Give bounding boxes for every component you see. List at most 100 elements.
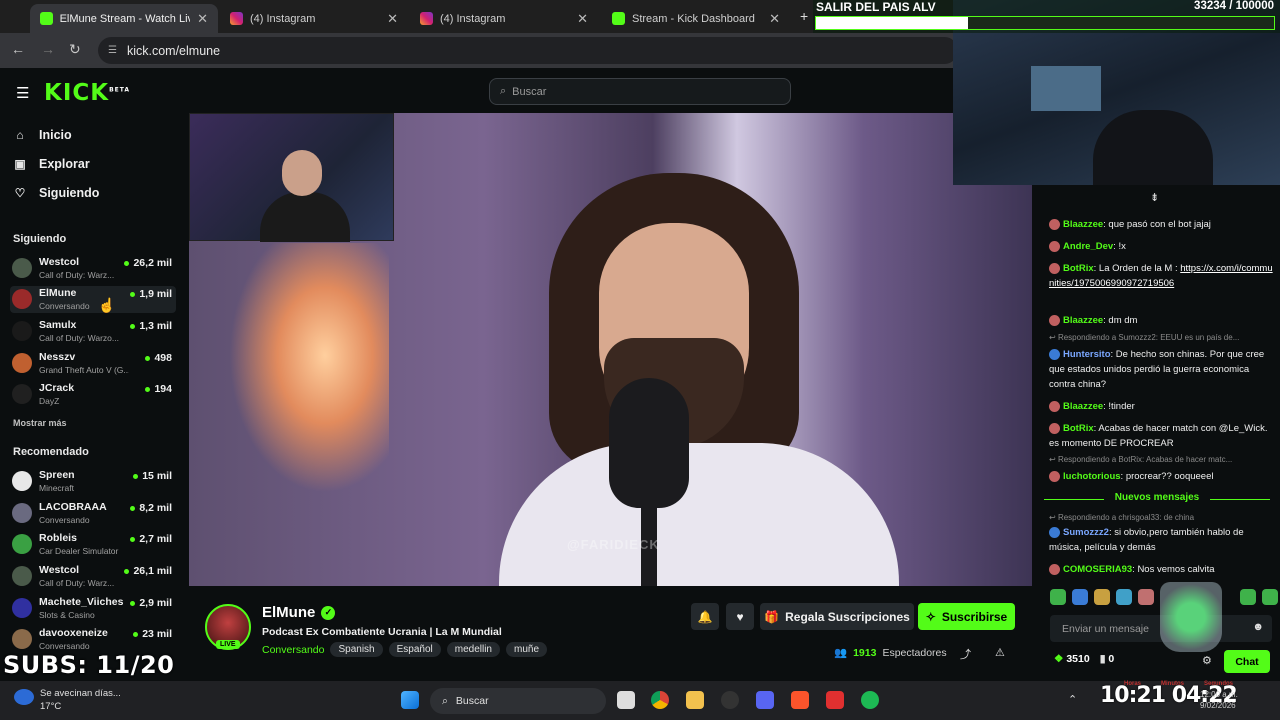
- tab-instagram-1[interactable]: (4) Instagram ✕: [220, 4, 408, 33]
- share-icon[interactable]: ⤴: [960, 646, 971, 662]
- obs-icon[interactable]: [721, 691, 739, 709]
- avatar: [12, 471, 32, 491]
- reply-text: Respondiendo a chrisgoal33: de china: [1057, 513, 1195, 522]
- chat-username[interactable]: COMOSERIA93: [1063, 564, 1132, 575]
- chat-username[interactable]: BotRix: [1063, 263, 1094, 274]
- channel-elmune[interactable]: ElMune Conversando 1,9 mil: [10, 286, 176, 313]
- bits-value: 0: [1108, 653, 1115, 665]
- chat-username[interactable]: Blaazzee: [1063, 315, 1103, 326]
- emote-icon[interactable]: [1050, 589, 1066, 605]
- emote-icon[interactable]: [1262, 589, 1278, 605]
- reply-icon: ↩: [1049, 513, 1058, 522]
- channel-category: Conversando: [39, 515, 90, 525]
- avatar: [12, 566, 32, 586]
- points[interactable]: ❖ 3510: [1054, 653, 1090, 665]
- emote-icon[interactable]: [1116, 589, 1132, 605]
- channel-lacobraaa[interactable]: LACOBRAAA Conversando 8,2 mil: [10, 500, 176, 527]
- chat-text: que pasó con el bot jajaj: [1108, 219, 1211, 230]
- channel-westcol-2[interactable]: Westcol Call of Duty: Warz... 26,1 mil: [10, 563, 176, 590]
- tab-elmune[interactable]: ElMune Stream - Watch Live ✕: [30, 4, 218, 33]
- chrome-icon[interactable]: [651, 691, 669, 709]
- channel-robleis[interactable]: Robleis Car Dealer Simulator 2,7 mil: [10, 531, 176, 558]
- channel-name: ElMune: [39, 287, 77, 299]
- weather-widget[interactable]: Se avecinan días... 17°C: [14, 687, 121, 713]
- forward-icon[interactable]: →: [41, 41, 55, 57]
- back-icon[interactable]: ←: [11, 41, 25, 57]
- channel-name: JCrack: [39, 382, 75, 394]
- close-tab-icon[interactable]: ✕: [197, 11, 208, 27]
- channel-nesszv[interactable]: Nesszv Grand Theft Auto V (G... 498: [10, 350, 176, 377]
- menu-icon[interactable]: ☰: [16, 84, 29, 102]
- new-tab-icon[interactable]: +: [800, 8, 808, 24]
- chat-username[interactable]: Blaazzee: [1063, 219, 1103, 230]
- chat-username[interactable]: Blaazzee: [1063, 401, 1103, 412]
- show-more-link[interactable]: Mostrar más: [13, 418, 67, 428]
- tag-spanish[interactable]: Spanish: [330, 642, 383, 657]
- notification-bell-button[interactable]: 🔔: [691, 603, 719, 630]
- report-icon[interactable]: ⚠: [995, 646, 1005, 659]
- app-icon[interactable]: [826, 691, 844, 709]
- tab-instagram-2[interactable]: (4) Instagram ✕: [410, 4, 598, 33]
- gift-subs-button[interactable]: 🎁 Regala Suscripciones: [760, 603, 914, 630]
- windows-taskbar: Se avecinan días... 17°C ⌕ Buscar ⌃ Hora…: [0, 681, 1280, 720]
- viewer-count: 2,9 mil: [130, 597, 172, 609]
- tag-medellin[interactable]: medellin: [446, 642, 500, 657]
- kick-logo[interactable]: KICKBETA: [44, 80, 130, 106]
- channel-samulx[interactable]: Samulx Call of Duty: Warzo... 1,3 mil: [10, 318, 176, 345]
- brave-icon[interactable]: [791, 691, 809, 709]
- tray-chevron-icon[interactable]: ⌃: [1068, 693, 1077, 706]
- channel-spreen[interactable]: Spreen Minecraft 15 mil: [10, 468, 176, 495]
- site-info-icon[interactable]: ☰: [108, 45, 117, 56]
- spotify-icon[interactable]: [861, 691, 879, 709]
- chat-username[interactable]: luchotorious: [1063, 471, 1121, 482]
- channel-davooxeneize[interactable]: davooxeneize Conversando 23 mil: [10, 626, 176, 653]
- taskbar-search[interactable]: ⌕ Buscar: [430, 688, 606, 714]
- emote-icon[interactable]: [1094, 589, 1110, 605]
- channel-category: Slots & Casino: [39, 610, 95, 620]
- windows-start-icon[interactable]: [401, 691, 419, 709]
- file-explorer-icon[interactable]: [686, 691, 704, 709]
- chat-username[interactable]: BotRix: [1063, 423, 1094, 434]
- tag-mune[interactable]: muñe: [506, 642, 548, 657]
- emote-icon[interactable]: [1072, 589, 1088, 605]
- close-tab-icon[interactable]: ✕: [387, 11, 398, 27]
- channel-jcrack[interactable]: JCrack DayZ 194: [10, 381, 176, 408]
- chat-collapse-icon[interactable]: ⇟: [1150, 191, 1159, 204]
- sidebar-item-explorar[interactable]: ▣ Explorar: [13, 157, 89, 171]
- chat-username[interactable]: Andre_Dev: [1063, 241, 1113, 252]
- sidebar-item-inicio[interactable]: ⌂ Inicio: [13, 128, 71, 142]
- reload-icon[interactable]: ↻: [69, 41, 81, 58]
- close-tab-icon[interactable]: ✕: [577, 11, 588, 27]
- emoji-icon[interactable]: ☻: [1252, 621, 1264, 633]
- streamer-name[interactable]: ElMune ✓: [262, 604, 336, 621]
- chat-username[interactable]: Sumozzz2: [1063, 527, 1109, 538]
- search-input[interactable]: ⌕ Buscar: [489, 78, 791, 105]
- chat-settings-icon[interactable]: ⚙: [1202, 654, 1212, 667]
- system-clock[interactable]: 12:00 a.m. 9/02/2026: [1200, 689, 1238, 711]
- channel-westcol[interactable]: Westcol Call of Duty: Warz... 26,2 mil: [10, 255, 176, 282]
- stream-title: Podcast Ex Combatiente Ucrania | La M Mu…: [262, 626, 502, 638]
- viewer-count: 26,1 mil: [124, 565, 172, 577]
- viewer-count: 8,2 mil: [130, 502, 172, 514]
- bits[interactable]: ▮ 0: [1100, 653, 1115, 665]
- viewer-count-value: 23 mil: [142, 628, 172, 640]
- channel-category: Car Dealer Simulator: [39, 546, 119, 556]
- emote-icon[interactable]: [1138, 589, 1154, 605]
- subscribe-button[interactable]: ✧ Suscribirse: [918, 603, 1015, 630]
- sidebar-item-siguiendo[interactable]: ♡ Siguiendo: [13, 186, 100, 200]
- avatar: [12, 534, 32, 554]
- new-messages-divider[interactable]: Nuevos mensajes: [1044, 492, 1270, 503]
- bits-icon: ▮: [1099, 653, 1106, 665]
- app-icon[interactable]: [756, 691, 774, 709]
- emote-icon[interactable]: [1240, 589, 1256, 605]
- follow-heart-button[interactable]: ♥: [726, 603, 754, 630]
- url-field[interactable]: ☰ kick.com/elmune: [98, 37, 958, 64]
- channel-machete-viiches[interactable]: Machete_Viiches Slots & Casino 2,9 mil: [10, 595, 176, 622]
- chat-username[interactable]: Huntersito: [1063, 349, 1111, 360]
- stream-category[interactable]: Conversando: [262, 644, 324, 656]
- tag-espanol[interactable]: Español: [388, 642, 441, 657]
- chat-send-button[interactable]: Chat: [1224, 650, 1270, 673]
- tab-kick-dashboard[interactable]: Stream - Kick Dashboard ✕: [602, 4, 790, 33]
- task-view-icon[interactable]: [617, 691, 635, 709]
- close-tab-icon[interactable]: ✕: [769, 11, 780, 27]
